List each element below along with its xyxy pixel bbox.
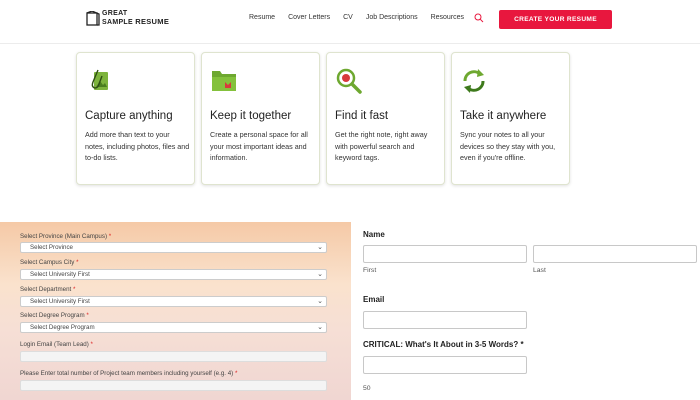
- card-title: Take it anywhere: [460, 110, 547, 122]
- critical-label: CRITICAL: What's It About in 3-5 Words? …: [363, 340, 524, 349]
- card-title: Capture anything: [85, 110, 173, 122]
- character-counter: 50: [363, 385, 371, 392]
- nav-job-descriptions[interactable]: Job Descriptions: [366, 14, 418, 21]
- email-input[interactable]: [363, 311, 527, 329]
- chevron-down-icon: ⌄: [317, 324, 323, 331]
- sync-icon: [463, 69, 485, 93]
- nav-resources[interactable]: Resources: [431, 14, 464, 21]
- name-label: Name: [363, 230, 385, 239]
- card-title: Find it fast: [335, 110, 389, 122]
- program-label: Select Degree Program *: [20, 312, 89, 319]
- chevron-down-icon: ⌄: [317, 298, 323, 305]
- critical-input[interactable]: [363, 356, 527, 374]
- team-lead-email-label: Login Email (Team Lead) *: [20, 341, 93, 348]
- program-select[interactable]: Select Degree Program ⌄: [20, 322, 327, 333]
- search-icon[interactable]: [474, 13, 484, 23]
- team-lead-email-input[interactable]: [20, 351, 327, 362]
- nav-resume[interactable]: Resume: [249, 14, 275, 21]
- logo-icon: [86, 10, 100, 26]
- team-members-label: Please Enter total number of Project tea…: [20, 370, 238, 377]
- department-label: Select Department *: [20, 286, 76, 293]
- nav-cv[interactable]: CV: [343, 14, 353, 21]
- main-nav: Resume Cover Letters CV Job Descriptions…: [249, 14, 477, 21]
- logo-line-2a: SAMPLE: [102, 19, 133, 26]
- feature-card-keep: Keep it together Create a personal space…: [201, 52, 320, 185]
- city-label: Select Campus City *: [20, 259, 79, 266]
- chevron-down-icon: ⌄: [317, 244, 323, 251]
- folder-icon: [212, 71, 236, 91]
- chevron-down-icon: ⌄: [317, 271, 323, 278]
- feature-cards: Capture anything Add more than text to y…: [0, 44, 625, 219]
- feature-card-find: Find it fast Get the right note, right a…: [326, 52, 445, 185]
- site-header: GREAT SAMPLE RESUME Resume Cover Letters…: [0, 0, 700, 44]
- email-label: Email: [363, 295, 385, 304]
- province-label: Select Province (Main Campus) *: [20, 233, 112, 240]
- logo-line-2b: RESUME: [135, 17, 170, 26]
- feature-card-capture: Capture anything Add more than text to y…: [76, 52, 195, 185]
- card-title: Keep it together: [210, 110, 292, 122]
- province-select[interactable]: Select Province ⌄: [20, 242, 327, 253]
- last-sublabel: Last: [533, 267, 546, 274]
- city-select[interactable]: Select University First ⌄: [20, 269, 327, 280]
- card-text: Create a personal space for all your mos…: [210, 130, 308, 162]
- registration-form: Select Province (Main Campus) * Select P…: [0, 222, 351, 400]
- card-text: Sync your notes to all your devices so t…: [460, 130, 556, 162]
- create-resume-button[interactable]: CREATE YOUR RESUME: [499, 10, 612, 29]
- department-select[interactable]: Select University First ⌄: [20, 296, 327, 307]
- site-logo[interactable]: GREAT SAMPLE RESUME: [86, 10, 169, 27]
- nav-cover-letters[interactable]: Cover Letters: [288, 14, 330, 21]
- first-name-input[interactable]: [363, 245, 527, 263]
- paperclip-image-icon: [91, 69, 108, 90]
- last-name-input[interactable]: [533, 245, 697, 263]
- card-text: Get the right note, right away with powe…: [335, 130, 428, 162]
- card-text: Add more than text to your notes, includ…: [85, 130, 190, 162]
- feature-card-take: Take it anywhere Sync your notes to all …: [451, 52, 570, 185]
- first-sublabel: First: [363, 267, 377, 274]
- team-members-input[interactable]: [20, 380, 327, 391]
- magnifier-icon: [336, 68, 362, 94]
- contact-form: Name First Last Email CRITICAL: What's I…: [351, 222, 700, 400]
